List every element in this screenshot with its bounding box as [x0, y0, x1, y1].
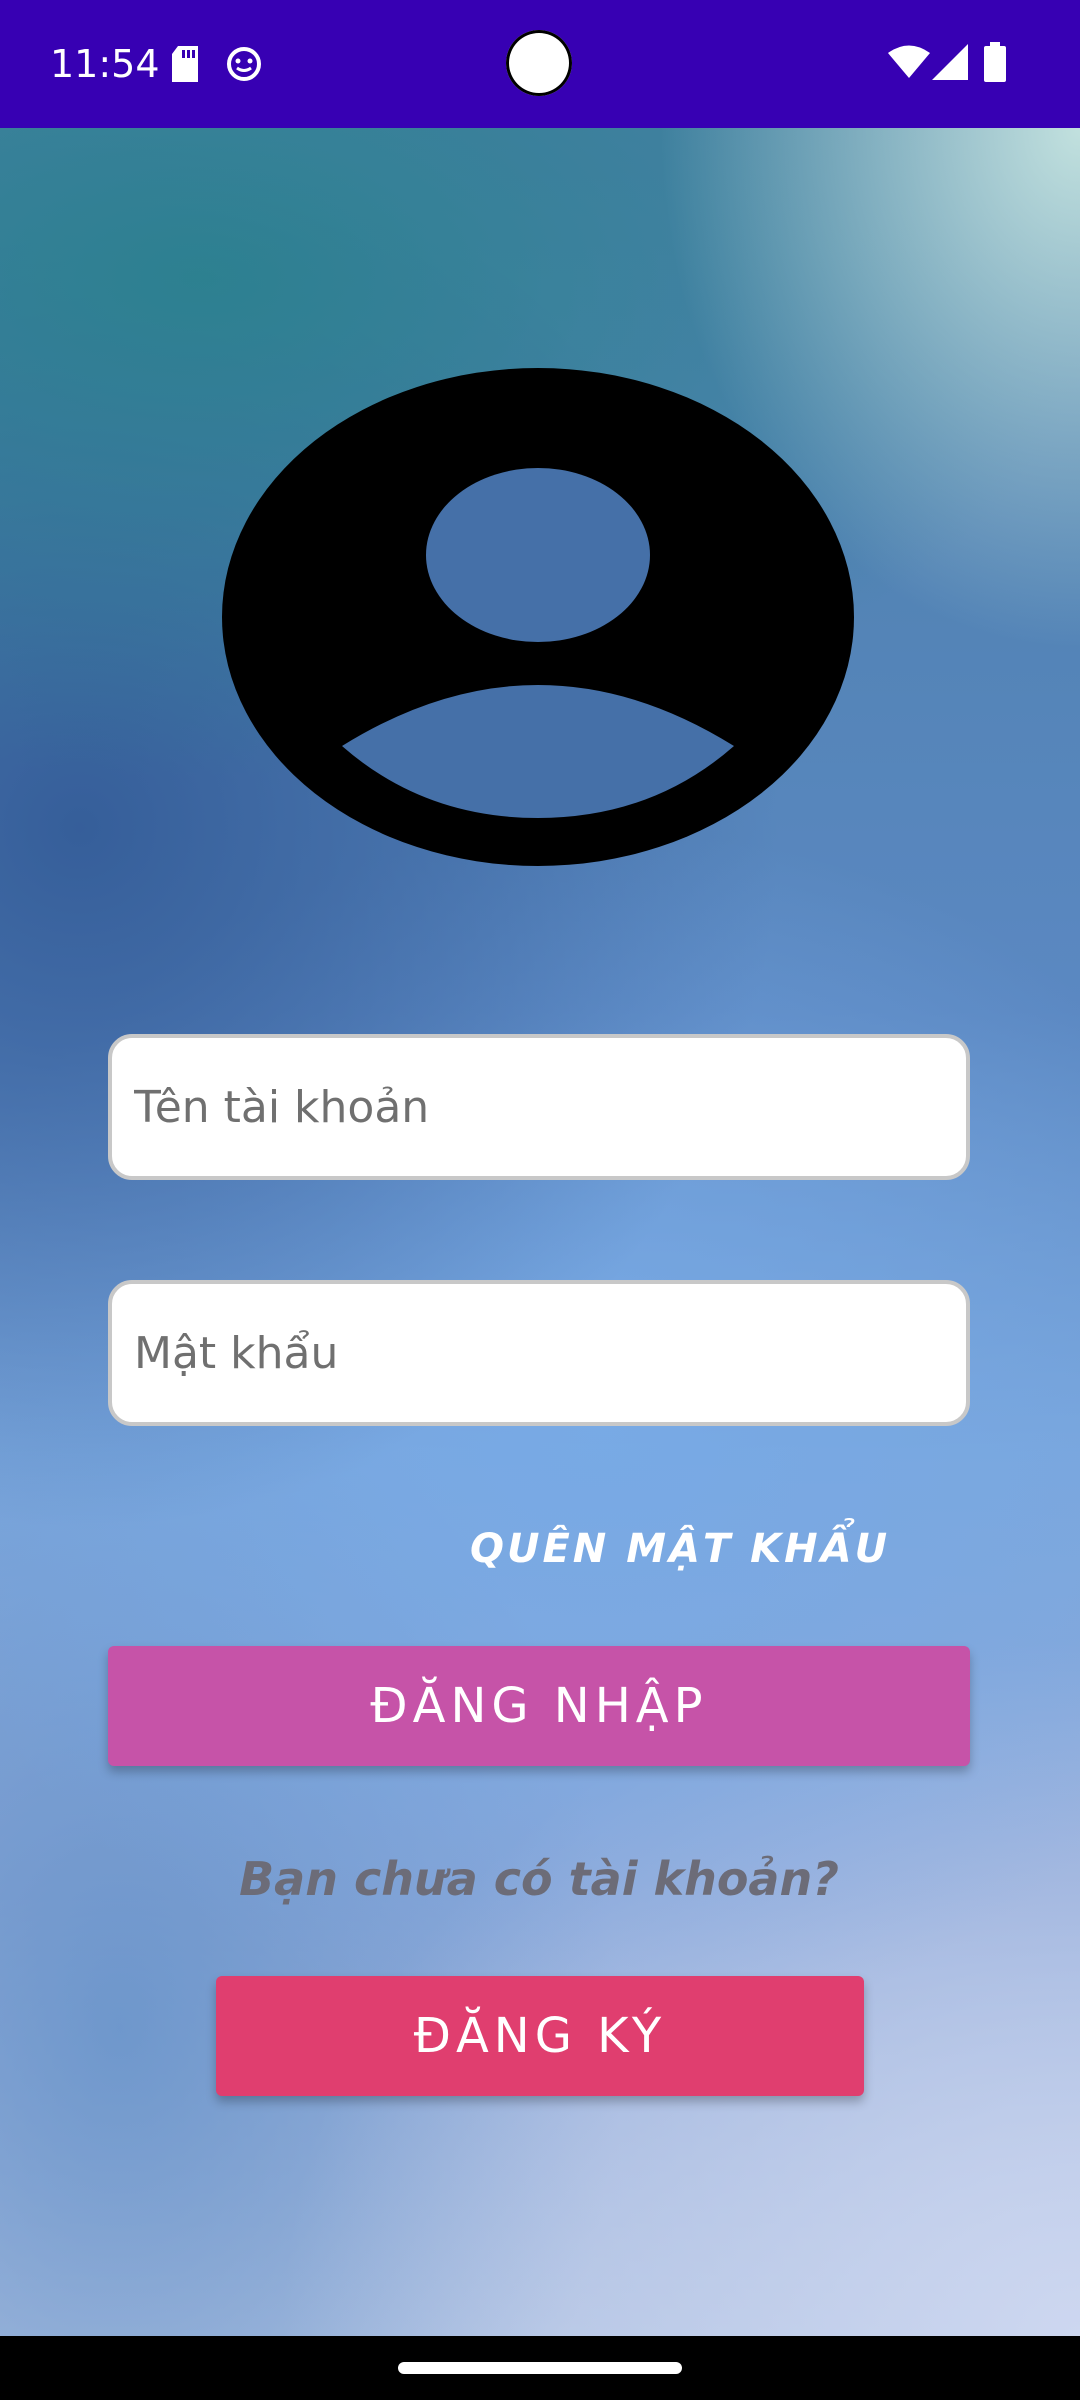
- status-time: 11:54: [50, 42, 160, 86]
- no-account-text: Bạn chưa có tài khoản?: [239, 1852, 839, 1906]
- username-input[interactable]: [134, 1038, 944, 1176]
- login-button[interactable]: ĐĂNG NHẬP: [108, 1646, 970, 1766]
- cellular-signal-icon: [932, 44, 968, 80]
- sd-card-icon: [172, 46, 198, 82]
- account-circle-icon: [222, 368, 854, 866]
- status-bar: 11:54: [0, 0, 1080, 128]
- navigation-bar: [0, 2336, 1080, 2400]
- login-content: QUÊN MẬT KHẨU ĐĂNG NHẬP Bạn chưa có tài …: [0, 128, 1080, 2336]
- battery-icon: [984, 42, 1006, 82]
- camera-cutout: [506, 30, 572, 96]
- forgot-password-link[interactable]: QUÊN MẬT KHẨU: [470, 1514, 890, 1584]
- password-field[interactable]: [108, 1280, 970, 1426]
- register-button[interactable]: ĐĂNG KÝ: [216, 1976, 864, 2096]
- home-gesture-handle[interactable]: [398, 2362, 682, 2374]
- wifi-icon: [888, 45, 930, 78]
- username-field[interactable]: [108, 1034, 970, 1180]
- login-screen: 11:54 Tên tài khoản QUÊN MẬT KHẨU ĐĂNG N…: [0, 0, 1080, 2400]
- notification-face-icon: [227, 47, 261, 81]
- password-input[interactable]: [134, 1284, 944, 1422]
